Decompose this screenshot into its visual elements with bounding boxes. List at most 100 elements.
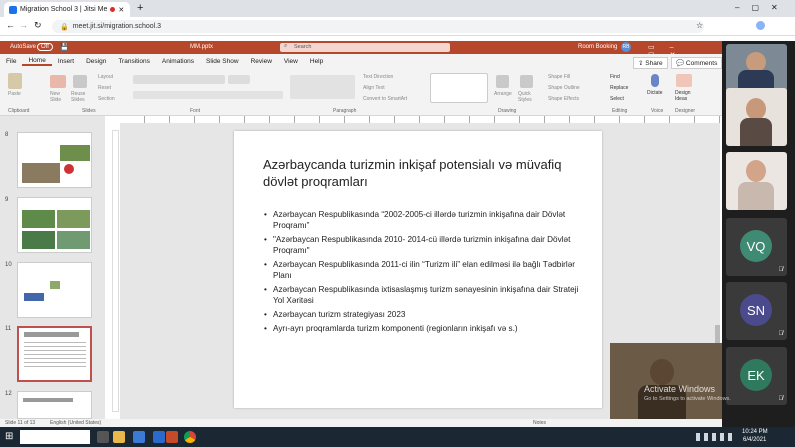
find-button[interactable]: Find [610,74,620,80]
url-field[interactable]: 🔒 meet.jit.si/migration.school.3 [52,20,704,33]
tab-view[interactable]: View [278,58,304,65]
microphone-icon[interactable] [651,74,659,87]
slide-thumbnails-pane: 8 9 10 11 12 [0,116,105,419]
align-text-button[interactable]: Align Text [363,85,385,91]
system-tray[interactable] [696,433,736,441]
autosave-toggle[interactable]: Off [37,43,53,51]
participant-video[interactable] [726,152,787,210]
new-slide-label: New Slide [50,91,62,103]
thumb-number: 10 [5,262,12,268]
tab-transitions[interactable]: Transitions [112,58,156,65]
thumb-number: 12 [5,391,12,397]
slide-counter: Slide 11 of 13 [5,420,36,426]
mail-icon[interactable] [153,431,165,443]
close-tab-icon[interactable]: ✕ [118,6,124,14]
participant-video[interactable] [726,88,787,146]
muted-mic-icon: 🎙̸ [778,331,784,337]
bullet-item: Ayrı-ayrı proqramlarda turizm komponenti… [264,323,589,334]
participant-tile[interactable]: VQ 🎙̸ [726,218,787,276]
back-icon[interactable]: ← [6,20,15,30]
slide-scrollbar[interactable] [715,325,720,343]
thumb-text-lines [23,398,73,402]
quick-styles-icon[interactable] [520,75,533,88]
tab-home[interactable]: Home [22,57,52,66]
browser-tab[interactable]: Migration School 3 | Jitsi Me ✕ [4,2,130,17]
powerpoint-icon[interactable] [166,431,178,443]
store-icon[interactable] [133,431,145,443]
chrome-icon[interactable] [184,431,196,443]
bullet-item: Azərbaycan Respublikasında “2002-2005-ci… [264,209,589,231]
new-tab-button[interactable]: + [137,2,143,14]
avatar[interactable]: RB [621,42,631,52]
slide-thumbnail-12[interactable] [17,391,92,419]
clock-date[interactable]: 6/4/2021 [743,437,766,443]
clock-time[interactable]: 10:24 PM [742,429,768,435]
file-explorer-icon[interactable] [113,431,125,443]
tab-animations[interactable]: Animations [156,58,200,65]
forward-icon[interactable]: → [19,20,28,30]
tab-slide-show[interactable]: Slide Show [200,58,245,65]
comments-button[interactable]: 💬 Comments [671,57,723,69]
task-view-icon[interactable] [97,431,109,443]
group-editing: Editing [612,108,628,114]
autosave-label: AutoSave [10,44,37,50]
slide-bullet-list[interactable]: Azərbaycan Respublikasında “2002-2005-ci… [264,209,589,337]
new-slide-icon[interactable] [50,75,66,88]
slide-thumbnail-9[interactable] [17,197,92,253]
save-icon[interactable]: 💾 [60,43,69,51]
start-icon[interactable]: ⊞ [5,431,13,442]
window-controls[interactable]: –▢✕ [735,3,790,12]
tab-file[interactable]: File [0,58,22,65]
horizontal-ruler [120,116,720,123]
self-video[interactable] [610,343,722,419]
tab-review[interactable]: Review [245,58,278,65]
participant-person [738,182,774,210]
share-button[interactable]: ⇪ Share [633,57,668,69]
star-icon[interactable]: ☆ [696,21,703,30]
participant-tile[interactable]: EK 🎙̸ [726,347,787,405]
section-button[interactable]: Section [98,96,115,102]
participant-tile[interactable]: SN 🎙̸ [726,282,787,340]
thumb-image [57,210,90,228]
layout-button[interactable]: Layout [98,74,113,80]
design-ideas-icon[interactable] [676,74,692,87]
self-person [650,359,674,385]
language-indicator[interactable]: English (United States) [50,420,101,426]
participant-avatar: EK [740,359,772,391]
participant-person [746,160,766,182]
paste-icon[interactable] [8,73,22,89]
font-format-buttons[interactable] [133,91,283,99]
select-button[interactable]: Select [610,96,624,102]
reset-button[interactable]: Reset [98,85,111,91]
replace-button[interactable]: Replace [610,85,628,91]
text-direction-button[interactable]: Text Direction [363,74,393,80]
slide-thumbnail-10[interactable] [17,262,92,318]
paragraph-buttons[interactable] [290,75,355,99]
slide-thumbnail-11[interactable] [17,326,92,382]
thumb-text-lines [24,342,86,370]
notes-button[interactable]: Notes [533,420,546,426]
tab-help[interactable]: Help [304,58,329,65]
shape-effects-button[interactable]: Shape Effects [548,96,579,102]
shapes-gallery[interactable] [430,73,488,103]
current-slide[interactable]: Azərbaycanda turizmin inkişaf potensialı… [234,131,602,408]
arrange-icon[interactable] [496,75,509,88]
tab-insert[interactable]: Insert [52,58,80,65]
participant-person [740,118,772,146]
activate-windows-subtitle: Go to Settings to activate Windows. [644,396,731,402]
slide-thumbnail-8[interactable] [17,132,92,188]
search-input[interactable]: Search [280,43,450,52]
convert-smartart-button[interactable]: Convert to SmartArt [363,96,407,102]
tab-design[interactable]: Design [80,58,112,65]
shape-outline-button[interactable]: Shape Outline [548,85,580,91]
reuse-slides-label: Reuse Slides [71,91,86,103]
profile-icon[interactable] [756,21,765,30]
reuse-slides-icon[interactable] [73,75,87,88]
shape-fill-button[interactable]: Shape Fill [548,74,570,80]
slide-title[interactable]: Azərbaycanda turizmin inkişaf potensialı… [263,156,583,190]
font-name-box[interactable] [133,75,225,84]
taskbar-search-box[interactable] [20,430,90,444]
font-size-box[interactable] [228,75,250,84]
group-font: Font [190,108,201,114]
reload-icon[interactable]: ↻ [34,20,42,31]
